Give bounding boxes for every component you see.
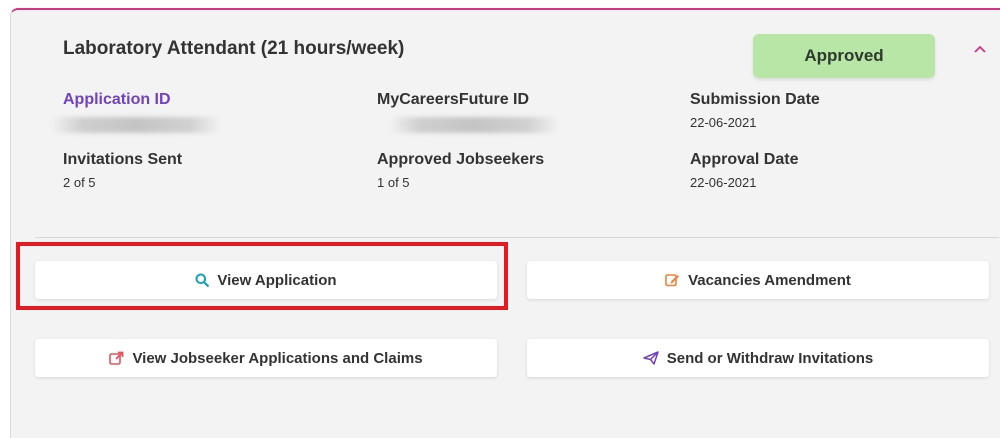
application-id-value-redacted bbox=[51, 117, 221, 133]
approved-jobseekers-value: 1 of 5 bbox=[377, 175, 410, 190]
approval-date-value: 22-06-2021 bbox=[690, 175, 757, 190]
invitations-sent-value: 2 of 5 bbox=[63, 175, 96, 190]
approval-date-field: Approval Date 22-06-2021 bbox=[690, 151, 798, 190]
mcf-id-label: MyCareersFuture ID bbox=[377, 91, 530, 108]
vacancies-amendment-label: Vacancies Amendment bbox=[688, 271, 851, 289]
application-card: Laboratory Attendant (21 hours/week) App… bbox=[10, 8, 1000, 438]
application-id-field: Application ID bbox=[51, 91, 221, 133]
view-jobseeker-applications-button[interactable]: View Jobseeker Applications and Claims bbox=[35, 339, 497, 377]
view-application-button[interactable]: View Application bbox=[35, 261, 497, 299]
paper-plane-icon bbox=[642, 351, 659, 365]
mcf-id-value-redacted bbox=[389, 117, 559, 133]
chevron-up-icon bbox=[974, 45, 986, 53]
approved-jobseekers-field: Approved Jobseekers 1 of 5 bbox=[377, 151, 544, 190]
submission-date-field: Submission Date 22-06-2021 bbox=[690, 91, 820, 130]
view-jobseeker-applications-label: View Jobseeker Applications and Claims bbox=[132, 349, 423, 367]
search-icon bbox=[195, 273, 210, 287]
edit-icon bbox=[665, 273, 680, 287]
card-title: Laboratory Attendant (21 hours/week) bbox=[63, 38, 405, 59]
status-badge: Approved bbox=[753, 34, 935, 78]
approved-jobseekers-label: Approved Jobseekers bbox=[377, 151, 545, 168]
external-link-icon bbox=[109, 351, 124, 365]
approval-date-label: Approval Date bbox=[690, 151, 799, 168]
section-divider bbox=[35, 237, 999, 238]
send-withdraw-invitations-button[interactable]: Send or Withdraw Invitations bbox=[527, 339, 989, 377]
collapse-toggle[interactable] bbox=[969, 40, 991, 58]
mcf-id-field: MyCareersFuture ID bbox=[377, 91, 559, 133]
invitations-sent-label: Invitations Sent bbox=[63, 151, 183, 168]
invitations-sent-field: Invitations Sent 2 of 5 bbox=[63, 151, 182, 190]
application-id-label: Application ID bbox=[63, 91, 171, 108]
submission-date-label: Submission Date bbox=[690, 91, 820, 108]
submission-date-value: 22-06-2021 bbox=[690, 115, 757, 130]
vacancies-amendment-button[interactable]: Vacancies Amendment bbox=[527, 261, 989, 299]
view-application-label: View Application bbox=[217, 271, 337, 289]
send-withdraw-invitations-label: Send or Withdraw Invitations bbox=[666, 349, 874, 367]
